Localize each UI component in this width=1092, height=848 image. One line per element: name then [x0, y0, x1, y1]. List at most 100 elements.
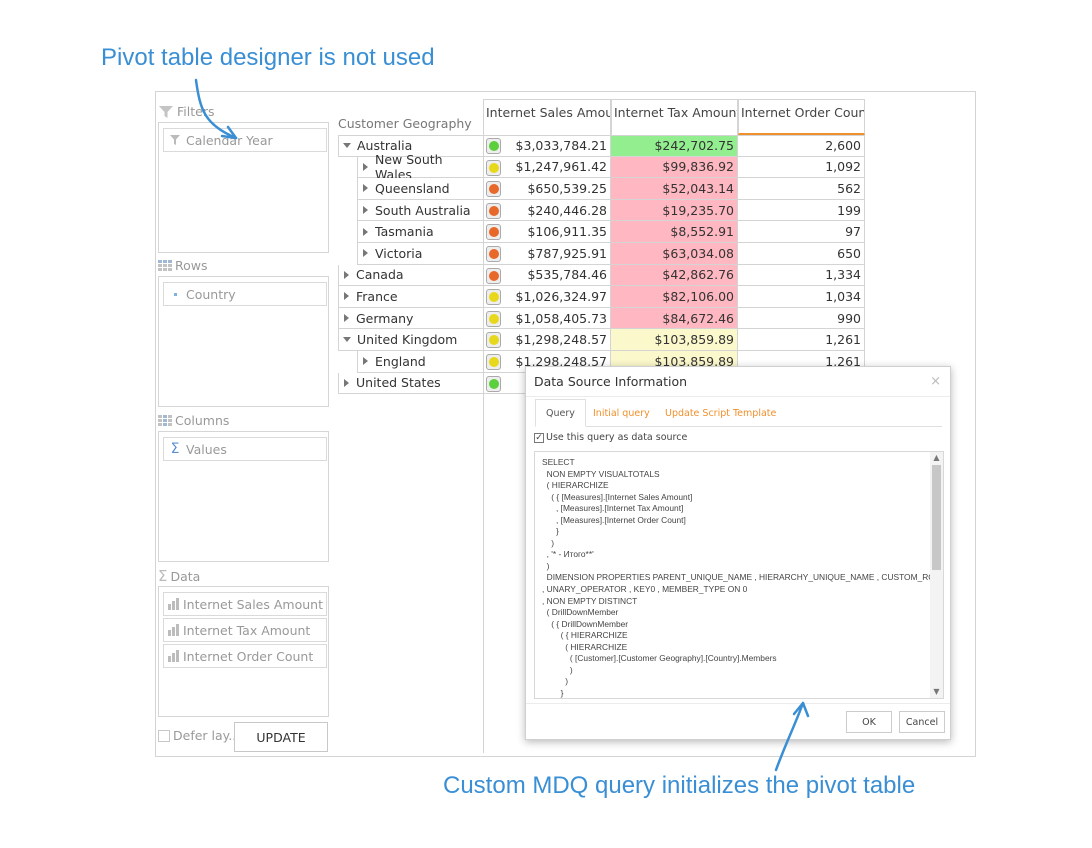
rows-drop-zone[interactable]: Country	[158, 276, 329, 407]
order-count-cell[interactable]: 97	[738, 221, 865, 243]
tab-update-script-template[interactable]: Update Script Template	[655, 399, 786, 427]
sales-cell[interactable]: $787,925.91	[483, 243, 611, 265]
ok-button[interactable]: OK	[846, 711, 892, 733]
filters-drop-zone[interactable]: Calendar Year	[158, 122, 329, 253]
expand-arrow-icon[interactable]	[363, 206, 368, 215]
order-count-cell[interactable]: 199	[738, 199, 865, 222]
close-icon[interactable]: ×	[930, 374, 941, 389]
row-header-item[interactable]: Queensland	[357, 178, 483, 200]
row-label: United Kingdom	[357, 332, 458, 348]
columns-section-title: Columns	[158, 413, 229, 428]
query-text[interactable]: SELECT NON EMPTY VISUALTOTALS ( HIERARCH…	[542, 457, 943, 698]
order-count-cell[interactable]: 1,092	[738, 156, 865, 179]
collapse-arrow-icon[interactable]	[343, 337, 351, 343]
sales-cell[interactable]: $1,247,961.42	[483, 156, 611, 179]
row-header-item[interactable]: Canada	[338, 264, 483, 287]
expand-arrow-icon[interactable]	[363, 184, 368, 193]
row-header-item[interactable]: France	[338, 286, 483, 308]
update-button[interactable]: UPDATE	[234, 722, 328, 752]
column-header[interactable]: Internet Order Count	[738, 99, 865, 135]
filter-chip-calendar-year[interactable]: Calendar Year	[163, 128, 327, 152]
sales-cell[interactable]: $650,539.25	[483, 178, 611, 200]
row-header-item[interactable]: Tasmania	[357, 221, 483, 243]
tax-cell[interactable]: $103,859.89	[611, 329, 738, 351]
kpi-green-icon	[486, 375, 501, 392]
query-scrollbar[interactable]: ▲ ▼	[930, 452, 943, 698]
defer-layout-checkbox[interactable]: Defer lay...	[158, 728, 240, 743]
data-chip[interactable]: Internet Order Count	[163, 644, 327, 668]
sales-cell[interactable]: $1,298,248.57	[483, 329, 611, 351]
kpi-orange-icon	[486, 224, 501, 241]
row-header-item[interactable]: New South Wales	[357, 152, 483, 182]
tax-cell[interactable]: $8,552.91	[611, 221, 738, 243]
annotation-designer-not-used: Pivot table designer is not used	[101, 44, 435, 71]
tax-cell[interactable]: $63,034.08	[611, 243, 738, 265]
expand-arrow-icon[interactable]	[363, 227, 368, 236]
defer-checkbox-box[interactable]	[158, 729, 170, 742]
checkbox-checked-icon[interactable]: ✓	[534, 432, 544, 443]
order-count-cell[interactable]: 1,261	[738, 329, 865, 351]
order-count-cell[interactable]: 990	[738, 307, 865, 330]
sales-cell[interactable]: $3,033,784.21	[483, 135, 611, 157]
column-header[interactable]: Internet Sales Amount	[483, 99, 611, 135]
row-header-item[interactable]: United Kingdom	[338, 329, 483, 351]
expand-arrow-icon[interactable]	[344, 378, 349, 387]
expand-arrow-icon[interactable]	[363, 162, 368, 171]
data-chip[interactable]: Internet Tax Amount	[163, 618, 327, 642]
data-label: Data	[170, 568, 201, 584]
row-label: Tasmania	[375, 224, 434, 240]
data-section-title: Σ Data	[158, 567, 200, 585]
order-count-cell[interactable]: 650	[738, 243, 865, 265]
data-drop-zone[interactable]: Internet Sales Amount Internet Tax Amoun…	[158, 586, 329, 717]
expand-arrow-icon[interactable]	[344, 270, 349, 279]
expand-arrow-icon[interactable]	[363, 249, 368, 258]
query-textarea[interactable]: SELECT NON EMPTY VISUALTOTALS ( HIERARCH…	[534, 451, 944, 699]
tax-cell[interactable]: $52,043.14	[611, 178, 738, 200]
tax-cell[interactable]: $242,702.75	[611, 135, 738, 157]
data-chip[interactable]: Internet Sales Amount	[163, 592, 327, 616]
column-chip-label: Values	[186, 441, 227, 457]
order-count-cell[interactable]: 2,600	[738, 135, 865, 157]
filters-label: Filters	[177, 104, 215, 119]
tax-cell[interactable]: $84,672.46	[611, 307, 738, 330]
scrollbar-thumb[interactable]	[932, 465, 941, 570]
expand-arrow-icon[interactable]	[344, 314, 349, 323]
column-chip-values[interactable]: Σ Values	[163, 437, 327, 461]
row-header-customer-geography[interactable]: Customer Geography	[338, 116, 472, 131]
row-header-item[interactable]: Victoria	[357, 243, 483, 265]
collapse-arrow-icon[interactable]	[343, 143, 351, 149]
tax-cell[interactable]: $42,862.76	[611, 264, 738, 287]
sales-cell[interactable]: $1,026,324.97	[483, 286, 611, 308]
tab-initial-query[interactable]: Initial query	[583, 399, 660, 427]
sales-cell[interactable]: $240,446.28	[483, 199, 611, 222]
sigma-icon: Σ	[170, 441, 180, 457]
expand-arrow-icon[interactable]	[363, 357, 368, 366]
sales-cell[interactable]: $106,911.35	[483, 221, 611, 243]
tax-cell[interactable]: $99,836.92	[611, 156, 738, 179]
columns-label: Columns	[175, 413, 230, 428]
order-count-cell[interactable]: 562	[738, 178, 865, 200]
expand-arrow-icon[interactable]	[344, 292, 349, 301]
row-header-item[interactable]: Germany	[338, 307, 483, 330]
row-header-item[interactable]: South Australia	[357, 199, 483, 222]
row-header-item[interactable]: England	[357, 351, 483, 373]
dialog-divider	[526, 396, 950, 397]
columns-drop-zone[interactable]: Σ Values	[158, 431, 329, 562]
row-chip-country[interactable]: Country	[163, 282, 327, 306]
column-header[interactable]: Internet Tax Amount	[611, 99, 738, 135]
tax-cell[interactable]: $19,235.70	[611, 199, 738, 222]
sales-cell[interactable]: $1,058,405.73	[483, 307, 611, 330]
measure-bars-icon	[168, 650, 179, 662]
tax-cell[interactable]: $82,106.00	[611, 286, 738, 308]
kpi-green-icon	[486, 138, 501, 154]
scroll-down-icon[interactable]: ▼	[930, 686, 943, 698]
row-header-item[interactable]: United States	[338, 372, 483, 395]
order-count-cell[interactable]: 1,034	[738, 286, 865, 308]
order-count-cell[interactable]: 1,334	[738, 264, 865, 287]
sales-cell[interactable]: $535,784.46	[483, 264, 611, 287]
use-query-checkbox[interactable]: ✓ Use this query as data source	[534, 432, 687, 443]
tab-query[interactable]: Query	[535, 399, 586, 427]
scroll-up-icon[interactable]: ▲	[930, 452, 943, 464]
cancel-button[interactable]: Cancel	[899, 711, 945, 733]
annotation-custom-query: Custom MDQ query initializes the pivot t…	[443, 772, 916, 799]
